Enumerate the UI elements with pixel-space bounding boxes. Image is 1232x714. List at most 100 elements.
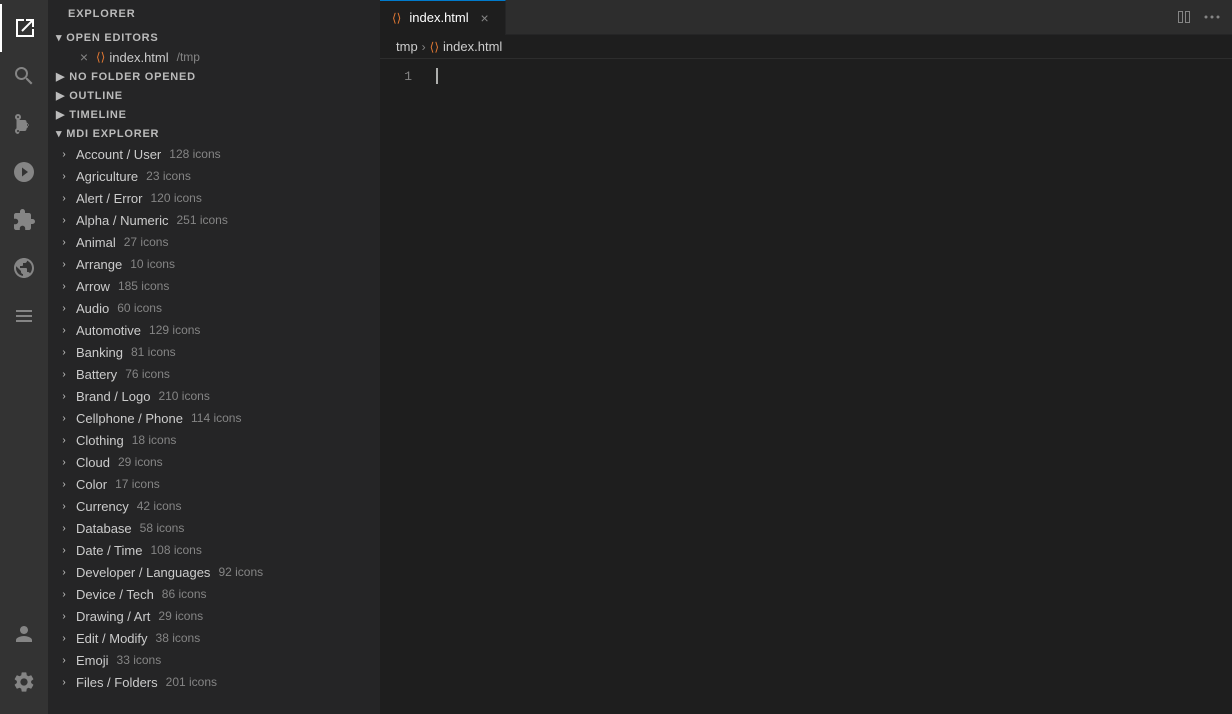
tab-index-html[interactable]: ⟨⟩ index.html × bbox=[380, 0, 506, 35]
tree-item[interactable]: › Alert / Error 120 icons bbox=[48, 187, 380, 209]
tree-item-chevron: › bbox=[56, 523, 72, 534]
tree-item[interactable]: › Audio 60 icons bbox=[48, 297, 380, 319]
section-mdi-explorer[interactable]: ▾ MDI EXPLORER bbox=[48, 124, 380, 143]
close-editor-icon[interactable]: × bbox=[76, 49, 92, 65]
tree-item[interactable]: › Brand / Logo 210 icons bbox=[48, 385, 380, 407]
tree-item-name: Device / Tech bbox=[76, 587, 154, 602]
tree-item[interactable]: › Emoji 33 icons bbox=[48, 649, 380, 671]
tree-item[interactable]: › Drawing / Art 29 icons bbox=[48, 605, 380, 627]
activity-bar-source-control[interactable] bbox=[0, 100, 48, 148]
tree-item-count: 251 icons bbox=[176, 213, 227, 227]
tree-item[interactable]: › Account / User 128 icons bbox=[48, 143, 380, 165]
breadcrumb-file-icon: ⟨⟩ bbox=[430, 40, 439, 54]
editor-file-name: index.html bbox=[109, 50, 168, 65]
text-cursor bbox=[436, 68, 438, 84]
tree-item[interactable]: › Arrange 10 icons bbox=[48, 253, 380, 275]
tree-item-name: Alert / Error bbox=[76, 191, 142, 206]
breadcrumb-tmp-label: tmp bbox=[396, 39, 418, 54]
activity-bar-search[interactable] bbox=[0, 52, 48, 100]
tree-item-chevron: › bbox=[56, 193, 72, 204]
tree-item[interactable]: › Agriculture 23 icons bbox=[48, 165, 380, 187]
section-timeline[interactable]: ▶ TIMELINE bbox=[48, 105, 380, 124]
tree-item[interactable]: › Database 58 icons bbox=[48, 517, 380, 539]
tree-item-name: Currency bbox=[76, 499, 129, 514]
editor-content: 1 bbox=[380, 59, 1232, 714]
tree-item-count: 108 icons bbox=[150, 543, 201, 557]
tree-item[interactable]: › Cellphone / Phone 114 icons bbox=[48, 407, 380, 429]
tree-item[interactable]: › Arrow 185 icons bbox=[48, 275, 380, 297]
editor-item-index[interactable]: × ⟨⟩ index.html /tmp bbox=[48, 47, 380, 67]
tree-item-name: Emoji bbox=[76, 653, 109, 668]
tree-item-name: Database bbox=[76, 521, 132, 536]
tab-label: index.html bbox=[409, 10, 468, 25]
tree-item-count: 114 icons bbox=[191, 411, 241, 425]
tree-item-count: 92 icons bbox=[218, 565, 263, 579]
tree-item[interactable]: › Automotive 129 icons bbox=[48, 319, 380, 341]
tree-item-count: 76 icons bbox=[125, 367, 170, 381]
activity-bar-bottom bbox=[0, 610, 48, 714]
tree-item[interactable]: › Edit / Modify 38 icons bbox=[48, 627, 380, 649]
tree-item[interactable]: › Files / Folders 201 icons bbox=[48, 671, 380, 693]
tree-item[interactable]: › Color 17 icons bbox=[48, 473, 380, 495]
tab-actions bbox=[1172, 5, 1232, 29]
breadcrumb: tmp › ⟨⟩ index.html bbox=[380, 35, 1232, 59]
tree-item[interactable]: › Currency 42 icons bbox=[48, 495, 380, 517]
tree-item[interactable]: › Date / Time 108 icons bbox=[48, 539, 380, 561]
activity-bar-run[interactable] bbox=[0, 148, 48, 196]
section-no-folder[interactable]: ▶ NO FOLDER OPENED bbox=[48, 67, 380, 86]
activity-bar-icon-pack[interactable] bbox=[0, 292, 48, 340]
tree-item-chevron: › bbox=[56, 259, 72, 270]
close-tab-icon[interactable]: × bbox=[477, 10, 493, 26]
editor-text-area[interactable] bbox=[420, 59, 1232, 714]
tree-item[interactable]: › Battery 76 icons bbox=[48, 363, 380, 385]
tree-item-count: 33 icons bbox=[117, 653, 162, 667]
section-outline[interactable]: ▶ OUTLINE bbox=[48, 86, 380, 105]
tree-item[interactable]: › Cloud 29 icons bbox=[48, 451, 380, 473]
tree-item-chevron: › bbox=[56, 545, 72, 556]
split-editor-button[interactable] bbox=[1172, 5, 1196, 29]
more-actions-button[interactable] bbox=[1200, 5, 1224, 29]
tree-item-count: 129 icons bbox=[149, 323, 200, 337]
tree-item[interactable]: › Developer / Languages 92 icons bbox=[48, 561, 380, 583]
tree-item[interactable]: › Device / Tech 86 icons bbox=[48, 583, 380, 605]
activity-bar bbox=[0, 0, 48, 714]
breadcrumb-separator: › bbox=[422, 40, 426, 54]
tree-item-count: 128 icons bbox=[169, 147, 220, 161]
tree-item-count: 23 icons bbox=[146, 169, 191, 183]
tree-item-name: Automotive bbox=[76, 323, 141, 338]
tree-item-chevron: › bbox=[56, 391, 72, 402]
tree-item-name: Files / Folders bbox=[76, 675, 158, 690]
tree-item-count: 38 icons bbox=[156, 631, 201, 645]
breadcrumb-tmp[interactable]: tmp bbox=[396, 39, 418, 54]
breadcrumb-index-html[interactable]: ⟨⟩ index.html bbox=[430, 39, 503, 54]
tree-item-chevron: › bbox=[56, 501, 72, 512]
activity-bar-explorer[interactable] bbox=[0, 4, 48, 52]
outline-chevron: ▶ bbox=[56, 89, 65, 102]
tree-item-count: 201 icons bbox=[166, 675, 217, 689]
activity-bar-extensions[interactable] bbox=[0, 196, 48, 244]
mdi-tree-list: › Account / User 128 icons › Agriculture… bbox=[48, 143, 380, 714]
tree-item[interactable]: › Alpha / Numeric 251 icons bbox=[48, 209, 380, 231]
tree-item[interactable]: › Banking 81 icons bbox=[48, 341, 380, 363]
tree-item-count: 29 icons bbox=[158, 609, 203, 623]
open-editors-chevron: ▾ bbox=[56, 31, 62, 44]
mdi-explorer-label: MDI EXPLORER bbox=[66, 128, 159, 140]
editor-file-path: /tmp bbox=[177, 50, 200, 64]
tree-item-chevron: › bbox=[56, 171, 72, 182]
tree-item[interactable]: › Clothing 18 icons bbox=[48, 429, 380, 451]
tree-item-chevron: › bbox=[56, 303, 72, 314]
tree-item-chevron: › bbox=[56, 281, 72, 292]
activity-bar-remote-explorer[interactable] bbox=[0, 244, 48, 292]
tree-item-name: Battery bbox=[76, 367, 117, 382]
section-open-editors[interactable]: ▾ OPEN EDITORS bbox=[48, 28, 380, 47]
tree-item-name: Brand / Logo bbox=[76, 389, 150, 404]
activity-bar-account[interactable] bbox=[0, 610, 48, 658]
tree-item-name: Clothing bbox=[76, 433, 124, 448]
tree-item-chevron: › bbox=[56, 413, 72, 424]
activity-bar-settings[interactable] bbox=[0, 658, 48, 706]
tree-item-name: Audio bbox=[76, 301, 109, 316]
tree-item-name: Cellphone / Phone bbox=[76, 411, 183, 426]
tree-item[interactable]: › Animal 27 icons bbox=[48, 231, 380, 253]
tree-item-chevron: › bbox=[56, 435, 72, 446]
tree-item-name: Banking bbox=[76, 345, 123, 360]
